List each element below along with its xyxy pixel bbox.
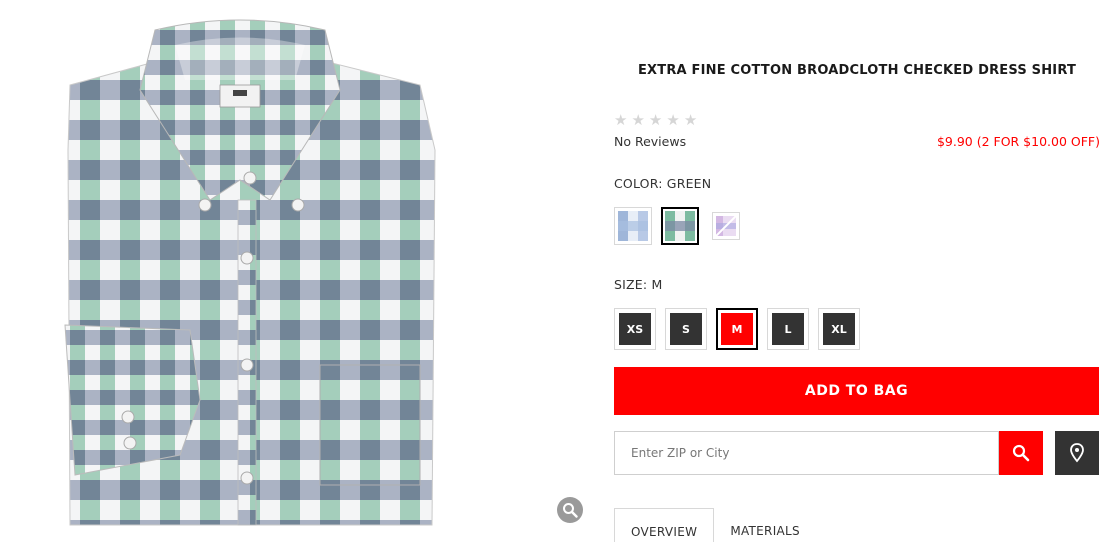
product-title: EXTRA FINE COTTON BROADCLOTH CHECKED DRE… [637, 63, 1077, 78]
star-icon: ★ [683, 111, 698, 129]
product-info-panel: EXTRA FINE COTTON BROADCLOTH CHECKED DRE… [614, 0, 1100, 542]
rating-stars[interactable]: ★ ★ ★ ★ ★ [614, 111, 697, 129]
color-label: COLOR: GREEN [614, 176, 712, 191]
reviews-count[interactable]: No Reviews [614, 134, 686, 149]
zip-city-input[interactable] [614, 431, 999, 475]
color-swatch-green[interactable] [661, 207, 699, 245]
color-swatch-pink[interactable] [712, 212, 740, 240]
product-image [40, 0, 480, 536]
star-icon: ★ [666, 111, 680, 129]
price: $9.90 (2 FOR $10.00 OFF) [936, 134, 1100, 149]
size-option-xs[interactable]: XS [614, 308, 656, 350]
tab-materials[interactable]: MATERIALS [714, 508, 816, 542]
tab-overview[interactable]: OVERVIEW [614, 508, 715, 542]
detail-tabs: OVERVIEW MATERIALS [614, 508, 816, 542]
store-search-button[interactable] [999, 431, 1043, 475]
add-to-bag-button[interactable]: ADD TO BAG [614, 367, 1099, 415]
size-option-s[interactable]: S [665, 308, 707, 350]
size-label: SIZE: M [614, 277, 663, 292]
size-options: XS S M L XL [614, 308, 869, 350]
location-button[interactable] [1055, 431, 1099, 475]
star-icon: ★ [631, 111, 645, 129]
color-swatch-blue[interactable] [614, 207, 652, 245]
zoom-icon [563, 503, 578, 518]
size-option-m[interactable]: M [716, 308, 758, 350]
star-icon: ★ [614, 111, 628, 129]
star-icon: ★ [648, 111, 663, 129]
color-swatches [614, 207, 749, 245]
zoom-button[interactable] [557, 497, 583, 523]
size-option-l[interactable]: L [767, 308, 809, 350]
location-pin-icon [1070, 443, 1084, 463]
search-icon [1012, 444, 1030, 462]
size-option-xl[interactable]: XL [818, 308, 860, 350]
